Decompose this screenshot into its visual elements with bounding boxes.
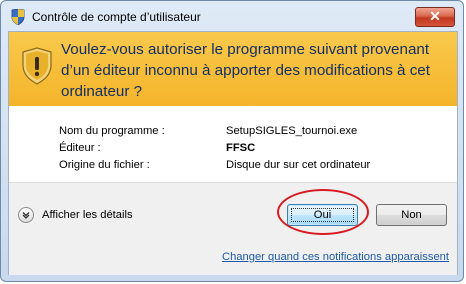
program-name-label: Nom du programme : (59, 125, 165, 137)
no-button-label: Non (401, 209, 422, 221)
show-details-label[interactable]: Afficher les détails (42, 209, 133, 221)
shield-icon (11, 8, 25, 26)
close-icon: ✕ (429, 8, 441, 24)
publisher-value: FFSC (226, 142, 256, 154)
file-origin-value: Disque dur sur cet ordinateur (226, 159, 371, 171)
dialog-content: Voulez-vous autoriser le programme suiva… (8, 31, 458, 275)
focus-indicator (291, 208, 354, 222)
program-details: Nom du programme : SetupSIGLES_tournoi.e… (9, 106, 457, 182)
permission-question: Voulez-vous autoriser le programme suiva… (61, 41, 430, 100)
title-bar[interactable]: Contrôle de compte d’utilisateur ✕ (1, 1, 463, 31)
chevron-down-icon[interactable] (18, 207, 34, 223)
warning-banner: Voulez-vous autoriser le programme suiva… (9, 32, 457, 107)
no-button[interactable]: Non (376, 204, 447, 226)
notification-settings-link[interactable]: Changer quand ces notifications apparais… (222, 251, 449, 263)
close-button[interactable]: ✕ (415, 7, 455, 27)
window-title: Contrôle de compte d’utilisateur (32, 10, 201, 24)
file-origin-label: Origine du fichier : (59, 159, 150, 171)
shield-warning-icon (21, 47, 53, 85)
program-name-value: SetupSIGLES_tournoi.exe (226, 125, 358, 137)
uac-dialog-window: Contrôle de compte d’utilisateur ✕ Voule… (0, 0, 464, 282)
dialog-footer: Afficher les détails Oui Non Changer qua… (9, 182, 457, 275)
yes-button[interactable]: Oui (287, 204, 358, 226)
publisher-label: Éditeur : (59, 142, 101, 154)
show-details-toggle[interactable]: Afficher les détails (18, 207, 133, 223)
